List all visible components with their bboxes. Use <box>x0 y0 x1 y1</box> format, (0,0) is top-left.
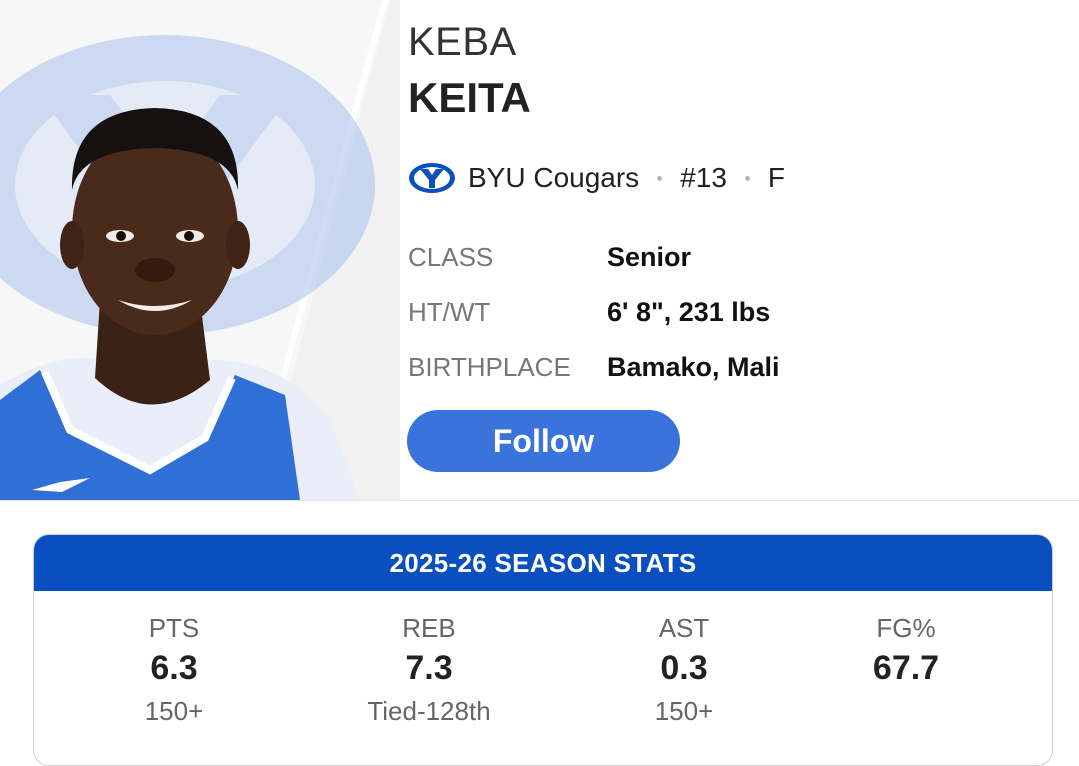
stat-label: AST <box>658 613 710 643</box>
season-stats-card: 2025-26 SEASON STATS PTS 6.3 150+ REB 7.… <box>33 534 1053 766</box>
byu-y-logo-icon[interactable] <box>408 162 456 194</box>
stat-points: PTS 6.3 150+ <box>64 611 284 731</box>
stat-rank <box>796 691 1016 731</box>
stat-value: 0.3 <box>660 649 708 687</box>
info-value: Bamako, Mali <box>607 352 780 382</box>
player-hero: KEBA KEITA BYU Cougars #13 F CLASS Senio… <box>0 0 1079 500</box>
info-row-birthplace: BIRTHPLACE Bamako, Mali <box>408 340 780 395</box>
info-value: Senior <box>607 242 692 272</box>
info-label: BIRTHPLACE <box>408 352 571 382</box>
team-name-link[interactable]: BYU Cougars <box>468 162 639 194</box>
follow-button[interactable]: Follow <box>407 410 680 472</box>
player-last-name: KEITA <box>408 74 531 121</box>
team-info-row: BYU Cougars #13 F <box>408 158 785 198</box>
info-value: 6' 8", 231 lbs <box>607 297 771 327</box>
stat-rank: 150+ <box>654 696 714 726</box>
separator-dot <box>744 175 750 181</box>
player-position: F <box>767 162 786 193</box>
stat-rebounds: REB 7.3 Tied-128th <box>319 611 539 731</box>
info-label: HT/WT <box>408 297 491 327</box>
stat-label: FG% <box>876 613 936 643</box>
stat-value: 6.3 <box>150 649 198 687</box>
jersey-number: #13 <box>680 162 727 193</box>
info-row-class: CLASS Senior <box>408 230 780 285</box>
player-first-name: KEBA <box>408 20 517 64</box>
section-divider <box>0 500 1079 501</box>
stat-rank: Tied-128th <box>367 696 491 726</box>
info-label: CLASS <box>408 242 494 272</box>
separator-dot <box>657 175 663 181</box>
stat-label: REB <box>402 613 456 643</box>
stat-value: 67.7 <box>872 649 940 687</box>
player-bio-info: CLASS Senior HT/WT 6' 8", 231 lbs BIRTHP… <box>408 230 780 395</box>
player-headshot-image <box>0 0 400 500</box>
season-stats-title: 2025-26 SEASON STATS <box>34 535 1052 591</box>
stat-rank: 150+ <box>144 696 204 726</box>
info-row-height-weight: HT/WT 6' 8", 231 lbs <box>408 285 780 340</box>
stat-label: PTS <box>148 613 200 643</box>
stat-value: 7.3 <box>405 649 453 687</box>
player-photo <box>0 0 400 500</box>
stat-field-goal-pct: FG% 67.7 <box>796 611 1016 731</box>
stat-assists: AST 0.3 150+ <box>574 611 794 731</box>
